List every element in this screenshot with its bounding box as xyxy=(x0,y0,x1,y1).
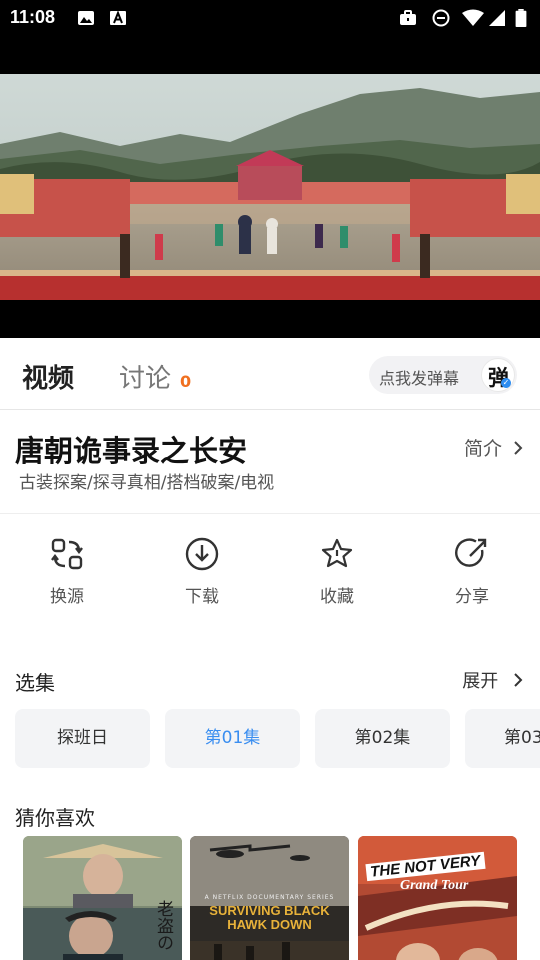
video-frame[interactable] xyxy=(0,74,540,300)
do-not-disturb-icon xyxy=(432,9,450,27)
episode-item[interactable]: 探班日 xyxy=(15,709,150,768)
image-icon xyxy=(78,11,94,25)
briefcase-icon xyxy=(400,10,416,25)
switch-source-button[interactable]: 换源 xyxy=(17,536,117,616)
switch-source-label: 换源 xyxy=(50,587,84,607)
favorite-button[interactable]: 收藏 xyxy=(287,536,387,616)
recommend-card[interactable]: THE NOT VERY Grand Tour xyxy=(358,836,517,960)
wifi-icon xyxy=(462,9,484,26)
recommend-card[interactable]: 老盗の xyxy=(23,836,182,960)
episode-item-active[interactable]: 第01集 xyxy=(165,709,300,768)
discussion-count-badge: 0 xyxy=(180,372,192,391)
expand-label: 展开 xyxy=(462,671,499,692)
chevron-right-icon xyxy=(514,673,523,687)
intro-link-label: 简介 xyxy=(463,438,502,460)
show-title: 唐朝诡事录之长安 xyxy=(15,434,248,468)
poster-subtext: A NETFLIX DOCUMENTARY SERIES xyxy=(204,894,335,901)
poster-image xyxy=(358,836,517,960)
tab-video[interactable]: 视频 xyxy=(22,358,74,395)
signal-icon xyxy=(489,10,505,26)
download-button[interactable]: 下载 xyxy=(152,536,252,616)
show-info: 唐朝诡事录之长安 古装探案/探寻真相/搭档破案/电视 简介 xyxy=(0,410,540,514)
episode-item[interactable]: 第03 xyxy=(465,709,540,768)
show-tags: 古装探案/探寻真相/搭档破案/电视 xyxy=(19,473,275,493)
share-icon xyxy=(455,538,487,567)
poster-subtext: Grand Tour xyxy=(400,878,469,893)
episode-item[interactable]: 第02集 xyxy=(315,709,450,768)
star-icon xyxy=(321,538,353,568)
battery-icon xyxy=(515,9,527,27)
send-danmu-label: 点我发弹幕 xyxy=(379,369,460,388)
app-screen: 11:08 视频 讨论 0 点我发弹幕 弹 ✓ 唐朝诡事录之长安 古装探案/探寻… xyxy=(0,0,540,960)
share-label: 分享 xyxy=(455,587,489,607)
content-tabs: 视频 讨论 0 点我发弹幕 弹 ✓ xyxy=(0,338,540,410)
favorite-label: 收藏 xyxy=(320,587,354,607)
switch-source-icon xyxy=(51,538,83,570)
intro-link[interactable]: 简介 xyxy=(464,434,524,461)
check-icon: ✓ xyxy=(501,378,511,388)
poster-text: SURVIVING BLACK HAWK DOWN xyxy=(209,903,330,932)
send-danmu-button[interactable]: 点我发弹幕 弹 ✓ xyxy=(369,356,517,394)
chevron-right-icon xyxy=(514,441,523,455)
episodes-section-title: 选集 xyxy=(15,671,55,695)
expand-episodes-link[interactable]: 展开 xyxy=(462,667,524,693)
tab-discussion[interactable]: 讨论 xyxy=(119,358,171,395)
video-player[interactable] xyxy=(0,36,540,338)
share-button[interactable]: 分享 xyxy=(422,536,522,616)
danmu-toggle-icon[interactable]: 弹 ✓ xyxy=(481,358,515,392)
recommend-card[interactable]: A NETFLIX DOCUMENTARY SERIES SURVIVING B… xyxy=(190,836,349,960)
poster-text: 老盗の xyxy=(153,900,173,951)
action-bar: 换源 下载 收藏 分享 xyxy=(0,514,540,624)
status-bar: 11:08 xyxy=(0,0,540,36)
text-a-icon xyxy=(110,10,126,25)
download-icon xyxy=(185,537,219,571)
download-label: 下载 xyxy=(185,587,219,607)
status-time: 11:08 xyxy=(10,7,56,27)
recommend-section-title: 猜你喜欢 xyxy=(15,806,95,830)
